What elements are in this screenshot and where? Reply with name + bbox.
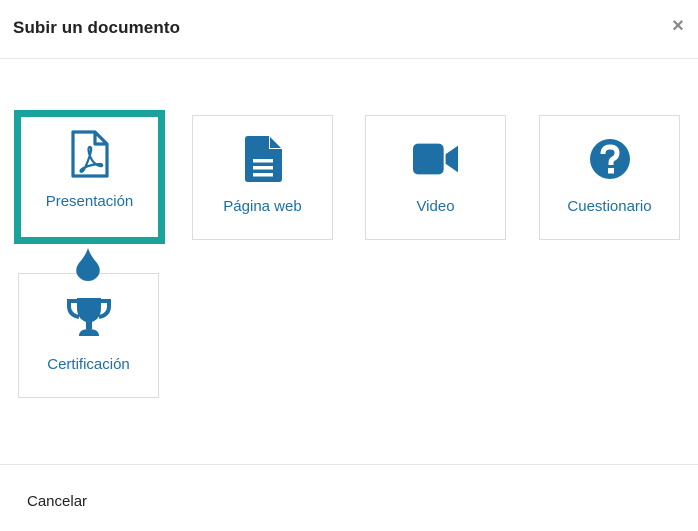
option-video[interactable]: Video	[365, 115, 506, 240]
pointer-marker-icon	[75, 247, 101, 281]
option-label: Video	[416, 198, 455, 215]
file-pdf-icon	[67, 130, 113, 178]
option-cuestionario[interactable]: Cuestionario	[539, 115, 680, 240]
question-circle-icon	[587, 136, 633, 182]
option-label: Certificación	[47, 356, 130, 373]
option-pagina-web[interactable]: Página web	[192, 115, 333, 240]
video-camera-icon	[412, 136, 459, 182]
option-label: Página web	[223, 198, 302, 215]
dialog-footer: Cancelar	[0, 464, 698, 531]
option-label: Presentación	[45, 193, 134, 210]
option-certificacion[interactable]: Certificación	[18, 273, 159, 398]
cancel-button[interactable]: Cancelar	[27, 493, 87, 510]
upload-document-dialog: Subir un documento × Presentación Página…	[0, 0, 698, 531]
dialog-title: Subir un documento	[13, 18, 181, 37]
option-label: Cuestionario	[567, 198, 652, 215]
close-button[interactable]: ×	[668, 14, 688, 38]
option-presentacion[interactable]: Presentación	[14, 110, 165, 244]
trophy-icon	[66, 294, 112, 340]
file-text-icon	[240, 136, 286, 182]
dialog-header: Subir un documento ×	[0, 0, 698, 59]
